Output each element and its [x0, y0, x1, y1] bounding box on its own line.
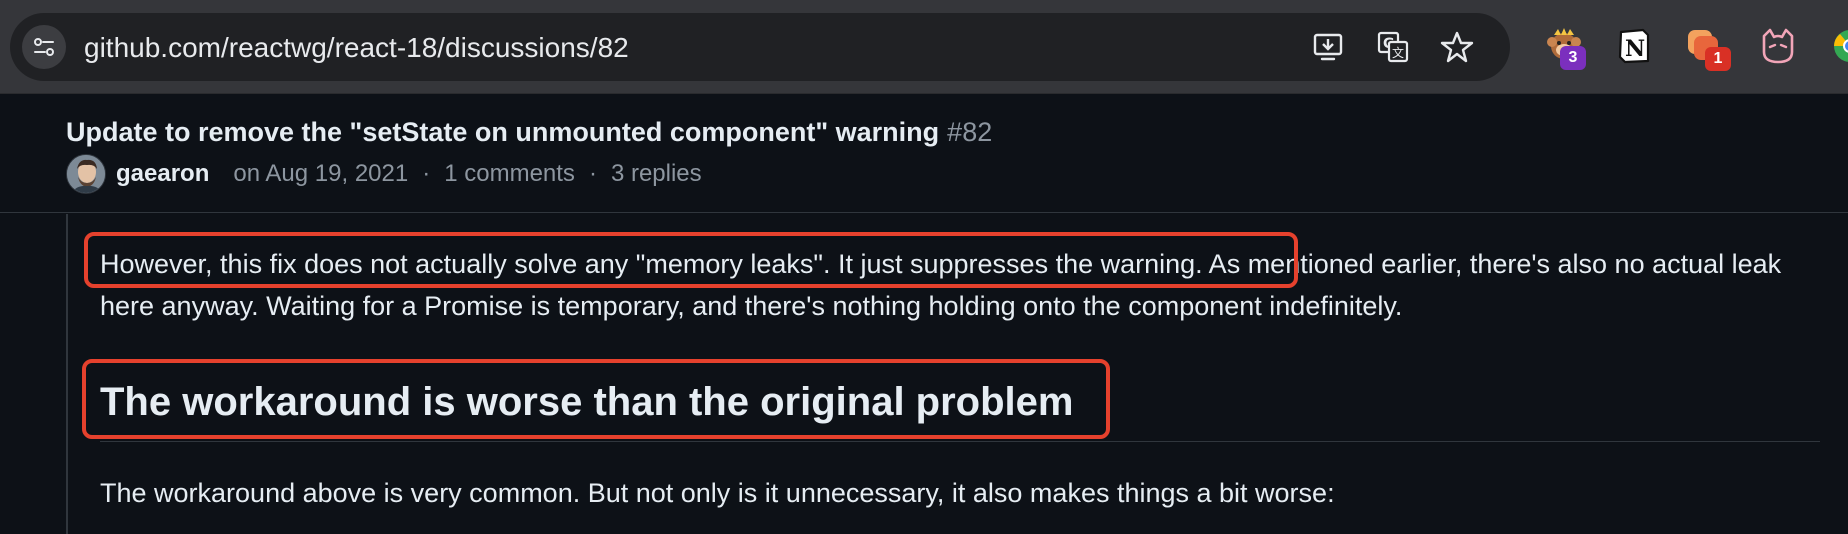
cat-extension-icon[interactable] — [1758, 26, 1798, 66]
svg-text:N: N — [1625, 36, 1645, 62]
discussion-title: Update to remove the "setState on unmoun… — [66, 115, 992, 149]
svg-text:文: 文 — [1392, 45, 1404, 60]
browser-toolbar: github.com/reactwg/react-18/discussions/… — [0, 0, 1848, 94]
author-link[interactable]: gaearon — [116, 160, 209, 188]
extension-badge-count: 3 — [1560, 46, 1586, 70]
annotation-highlight-box — [82, 359, 1110, 439]
heading-divider — [100, 441, 1820, 442]
comment-thread-rail — [66, 214, 68, 534]
install-app-icon[interactable] — [1312, 30, 1346, 64]
discussion-meta: gaearon on Aug 19, 2021 · 1 comments · 3… — [66, 153, 702, 195]
chrome-partial-icon[interactable] — [1830, 26, 1848, 66]
translate-icon[interactable]: G 文 — [1376, 30, 1410, 64]
annotation-highlight-box — [84, 232, 1298, 288]
url-text[interactable]: github.com/reactwg/react-18/discussions/… — [84, 32, 629, 64]
discussion-title-text: Update to remove the "setState on unmoun… — [66, 117, 940, 147]
comments-count[interactable]: 1 comments — [444, 160, 575, 188]
bookmark-star-icon[interactable] — [1440, 30, 1474, 64]
discussion-number: #82 — [947, 117, 993, 147]
site-info-icon[interactable] — [22, 25, 66, 69]
body-paragraph: The workaround above is very common. But… — [100, 478, 1335, 508]
post-date: on Aug 19, 2021 — [233, 160, 409, 187]
extension-badge-count: 1 — [1705, 47, 1731, 71]
meta-separator: · — [588, 160, 597, 187]
meta-separator: · — [422, 160, 431, 187]
avatar[interactable] — [66, 154, 106, 194]
discussion-header: Update to remove the "setState on unmoun… — [0, 95, 1848, 213]
replies-count[interactable]: 3 replies — [611, 160, 702, 188]
address-bar[interactable]: github.com/reactwg/react-18/discussions/… — [10, 13, 1510, 81]
notion-extension-icon[interactable]: N — [1614, 26, 1654, 66]
